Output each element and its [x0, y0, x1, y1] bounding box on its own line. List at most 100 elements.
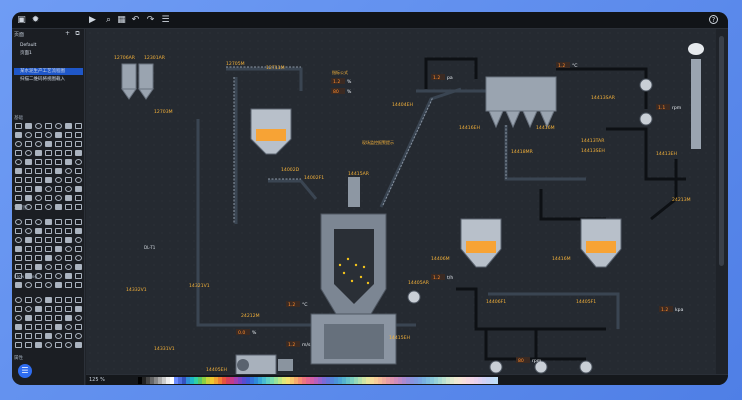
shape-tool-icon[interactable]: [65, 195, 72, 201]
shape-tool-icon[interactable]: [45, 315, 52, 321]
shape-tool-icon[interactable]: [55, 306, 62, 312]
shape-tool-icon[interactable]: [15, 195, 22, 201]
tree-item[interactable]: 扫描二维码将视图载入: [14, 76, 83, 83]
shape-tool-icon[interactable]: [15, 177, 22, 183]
search-icon[interactable]: ⌕: [103, 15, 114, 26]
shape-tool-icon[interactable]: [65, 168, 72, 174]
shape-tool-icon[interactable]: [65, 324, 72, 330]
shape-tool-icon[interactable]: [75, 297, 82, 303]
shape-tool-icon[interactable]: [25, 255, 32, 261]
shape-tool-icon[interactable]: [75, 141, 82, 147]
shape-tool-icon[interactable]: [45, 273, 52, 279]
tree-item[interactable]: Default: [14, 42, 83, 49]
shape-tool-icon[interactable]: [35, 297, 42, 303]
shape-tool-icon[interactable]: [65, 264, 72, 270]
shape-tool-icon[interactable]: [25, 282, 32, 288]
save-icon[interactable]: ▣: [16, 15, 27, 26]
shape-tool-icon[interactable]: [35, 150, 42, 156]
shape-tool-icon[interactable]: [35, 195, 42, 201]
shape-tool-icon[interactable]: [15, 324, 22, 330]
shape-tool-icon[interactable]: [45, 123, 52, 129]
shape-tool-icon[interactable]: [65, 273, 72, 279]
shape-tool-icon[interactable]: [65, 315, 72, 321]
shape-tool-icon[interactable]: [35, 219, 42, 225]
shape-tool-icon[interactable]: [25, 159, 32, 165]
shape-tool-icon[interactable]: [45, 297, 52, 303]
shape-tool-icon[interactable]: [45, 141, 52, 147]
shape-tool-icon[interactable]: [45, 342, 52, 348]
shape-tool-icon[interactable]: [75, 123, 82, 129]
shape-tool-icon[interactable]: [65, 123, 72, 129]
shape-tool-icon[interactable]: [55, 123, 62, 129]
shape-tool-icon[interactable]: [35, 204, 42, 210]
shape-tool-icon[interactable]: [15, 306, 22, 312]
shape-tool-icon[interactable]: [25, 177, 32, 183]
shape-tool-icon[interactable]: [55, 204, 62, 210]
shape-tool-icon[interactable]: [45, 306, 52, 312]
shape-tool-icon[interactable]: [15, 186, 22, 192]
shape-tool-icon[interactable]: [55, 264, 62, 270]
shape-tool-icon[interactable]: [35, 342, 42, 348]
shape-tool-icon[interactable]: [75, 159, 82, 165]
shape-tool-icon[interactable]: [25, 228, 32, 234]
shape-tool-icon[interactable]: [35, 237, 42, 243]
shape-tool-icon[interactable]: [25, 141, 32, 147]
shape-tool-icon[interactable]: [45, 204, 52, 210]
shape-tool-icon[interactable]: [15, 141, 22, 147]
help-icon[interactable]: ?: [709, 15, 718, 24]
shape-tool-icon[interactable]: [35, 324, 42, 330]
shape-tool-icon[interactable]: [55, 333, 62, 339]
shape-tool-icon[interactable]: [55, 315, 62, 321]
shape-tool-icon[interactable]: [25, 150, 32, 156]
diagram-canvas[interactable]: 12706AR 12301AR 12703M 12705M 12711M 140…: [86, 29, 716, 376]
shape-tool-icon[interactable]: [75, 186, 82, 192]
shape-tool-icon[interactable]: [75, 282, 82, 288]
grid-icon[interactable]: ▦: [116, 15, 127, 26]
shape-tool-icon[interactable]: [15, 282, 22, 288]
shape-tool-icon[interactable]: [45, 150, 52, 156]
shape-tool-icon[interactable]: [25, 168, 32, 174]
shape-tool-icon[interactable]: [25, 237, 32, 243]
shape-tool-icon[interactable]: [75, 177, 82, 183]
shape-tool-icon[interactable]: [45, 333, 52, 339]
shape-tool-icon[interactable]: [35, 333, 42, 339]
shape-tool-icon[interactable]: [75, 315, 82, 321]
shape-tool-icon[interactable]: [45, 246, 52, 252]
shape-tool-icon[interactable]: [15, 342, 22, 348]
shape-tool-icon[interactable]: [35, 186, 42, 192]
shape-tool-icon[interactable]: [75, 132, 82, 138]
shape-tool-icon[interactable]: [65, 186, 72, 192]
shape-tool-icon[interactable]: [65, 150, 72, 156]
shape-tool-icon[interactable]: [25, 195, 32, 201]
shape-tool-icon[interactable]: [25, 186, 32, 192]
shape-tool-icon[interactable]: [45, 219, 52, 225]
shape-tool-icon[interactable]: [75, 195, 82, 201]
list-icon[interactable]: ☰: [160, 15, 171, 26]
shape-tool-icon[interactable]: [45, 324, 52, 330]
shape-tool-icon[interactable]: [65, 132, 72, 138]
shape-tool-icon[interactable]: [55, 219, 62, 225]
shape-tool-icon[interactable]: [65, 333, 72, 339]
zoom-level[interactable]: 125 %: [89, 377, 105, 383]
shape-tool-icon[interactable]: [65, 177, 72, 183]
shape-tool-icon[interactable]: [55, 342, 62, 348]
shape-tool-icon[interactable]: [25, 297, 32, 303]
shape-tool-icon[interactable]: [15, 246, 22, 252]
shape-tool-icon[interactable]: [55, 246, 62, 252]
shape-tool-icon[interactable]: [65, 237, 72, 243]
shape-tool-icon[interactable]: [25, 315, 32, 321]
shape-tool-icon[interactable]: [35, 159, 42, 165]
shape-tool-icon[interactable]: [25, 306, 32, 312]
shape-tool-icon[interactable]: [65, 306, 72, 312]
color-swatch[interactable]: [494, 377, 498, 384]
shape-tool-icon[interactable]: [65, 282, 72, 288]
shape-tool-icon[interactable]: [15, 123, 22, 129]
shape-tool-icon[interactable]: [15, 273, 22, 279]
shape-tool-icon[interactable]: [25, 204, 32, 210]
shape-tool-icon[interactable]: [45, 168, 52, 174]
shape-tool-icon[interactable]: [25, 264, 32, 270]
shape-tool-icon[interactable]: [55, 195, 62, 201]
shape-tool-icon[interactable]: [65, 204, 72, 210]
shape-tool-icon[interactable]: [15, 315, 22, 321]
shape-tool-icon[interactable]: [15, 132, 22, 138]
